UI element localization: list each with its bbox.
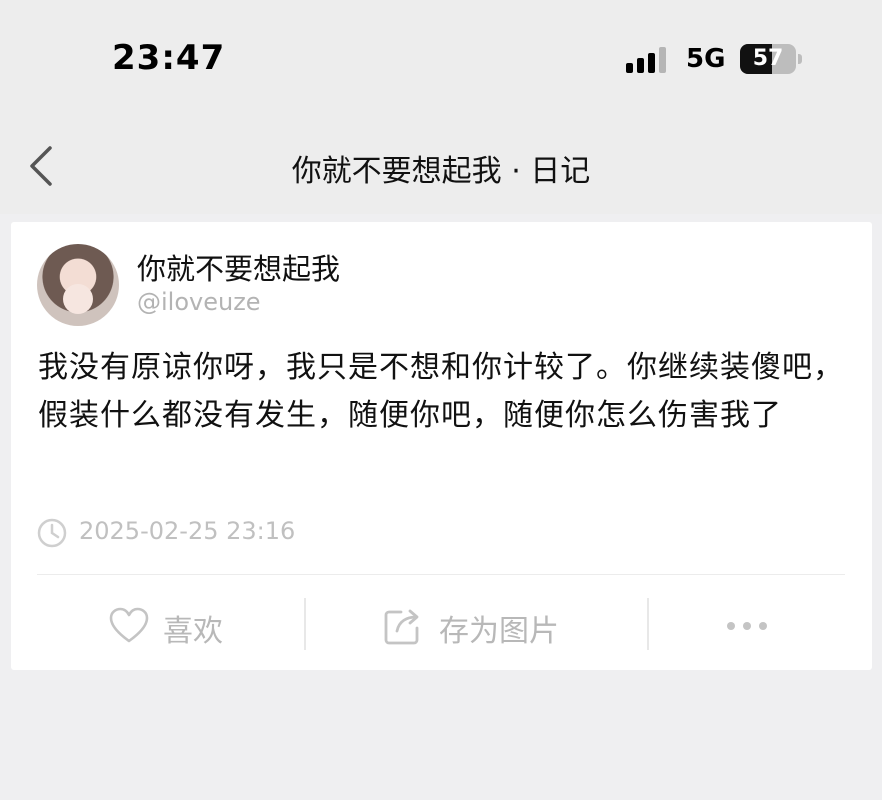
author-handle: @iloveuze <box>137 288 261 316</box>
page-title: 你就不要想起我 · 日记 <box>291 154 591 189</box>
share-export-icon <box>384 609 419 645</box>
status-time: 23:47 <box>112 38 226 78</box>
author-name[interactable]: 你就不要想起我 <box>137 246 340 288</box>
action-separator <box>647 598 649 650</box>
post-content: 我没有原谅你呀，我只是不想和你计较了。你继续装傻吧，假装什么都没有发生，随便你吧… <box>38 350 844 433</box>
post-timestamp: 2025-02-25 23:16 <box>79 517 296 545</box>
action-separator <box>304 598 306 650</box>
status-bar: 23:47 5G 57 <box>0 0 882 110</box>
save-image-button[interactable]: 存为图片 <box>383 582 583 670</box>
heart-icon <box>109 607 149 643</box>
like-label: 喜欢 <box>163 614 223 649</box>
action-bar: 喜欢 存为图片 <box>11 582 872 670</box>
avatar[interactable] <box>37 244 119 326</box>
cellular-signal-icon <box>626 47 668 73</box>
divider <box>37 574 845 575</box>
save-image-label: 存为图片 <box>439 614 559 649</box>
more-button[interactable] <box>715 582 779 670</box>
battery-percent: 57 <box>752 46 784 71</box>
like-button[interactable]: 喜欢 <box>107 582 257 670</box>
more-dots-icon <box>727 622 767 630</box>
network-type: 5G <box>686 44 726 74</box>
nav-bar: 你就不要想起我 · 日记 <box>0 110 882 214</box>
clock-icon <box>37 518 67 548</box>
battery-icon: 57 <box>740 44 802 74</box>
diary-card: 你就不要想起我 @iloveuze 我没有原谅你呀，我只是不想和你计较了。你继续… <box>11 222 872 670</box>
